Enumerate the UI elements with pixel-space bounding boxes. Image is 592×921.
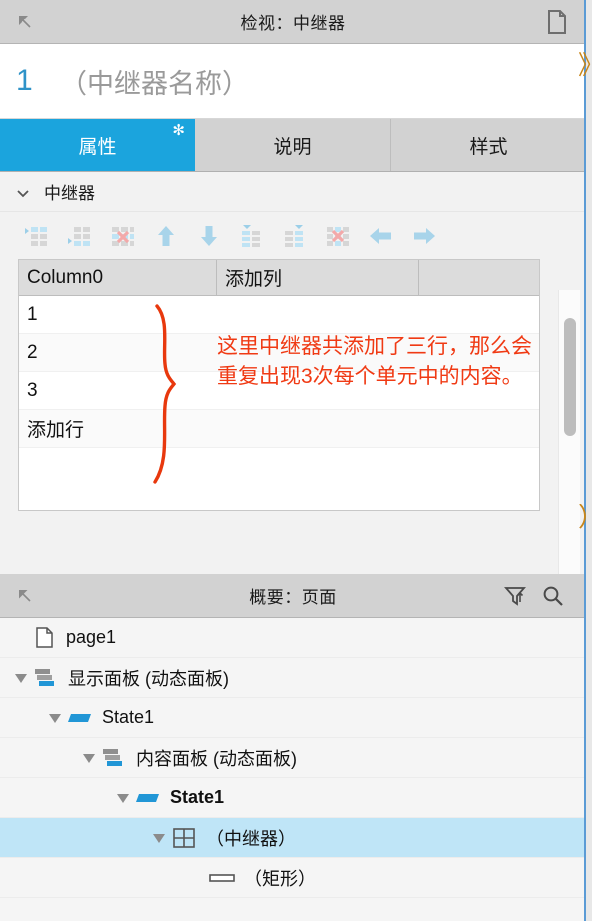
- tab-properties[interactable]: 属性 ✻: [0, 119, 195, 171]
- tree-item-state1-outer[interactable]: State1: [0, 698, 586, 738]
- tree-item-display-panel[interactable]: 显示面板 (动态面板): [0, 658, 586, 698]
- tab-properties-label: 属性: [78, 136, 117, 158]
- repeater-section-header[interactable]: 中继器: [0, 172, 586, 212]
- object-index: 1: [16, 64, 33, 97]
- tree-arrow-placeholder: [186, 867, 208, 889]
- tree-item-label: page1: [66, 627, 117, 647]
- arrow-northwest-icon[interactable]: [10, 7, 40, 37]
- tree-item-label: State1: [102, 707, 155, 727]
- cell-value: 添加行: [27, 420, 85, 441]
- rectangle-icon: [208, 866, 236, 890]
- page-document-icon[interactable]: [542, 7, 572, 37]
- insert-column-left-icon[interactable]: [237, 221, 267, 251]
- arrow-northwest-icon[interactable]: [10, 581, 40, 611]
- triangle-down-icon[interactable]: [112, 787, 134, 809]
- tree-item-repeater[interactable]: （中继器）: [0, 818, 586, 858]
- dynamic-panel-icon: [100, 746, 128, 770]
- insert-row-below-icon[interactable]: [65, 221, 95, 251]
- triangle-down-icon[interactable]: [78, 747, 100, 769]
- table-row[interactable]: 1: [19, 296, 539, 334]
- tab-style-label: 样式: [469, 136, 508, 158]
- insert-row-above-icon[interactable]: [22, 221, 52, 251]
- delete-row-icon[interactable]: [108, 221, 138, 251]
- tree-item-label: 显示面板 (动态面板): [68, 668, 229, 689]
- tree-item-label: （中继器）: [206, 828, 296, 849]
- panel-state-icon: [134, 786, 162, 810]
- triangle-down-icon[interactable]: [148, 827, 170, 849]
- column-header-empty[interactable]: [419, 260, 539, 295]
- inspector-panel: 检视：中继器 1 （中继器名称） 属性 ✻ 说明 样式 中继器 Column0 …: [0, 0, 586, 574]
- column-header-add[interactable]: 添加列: [217, 260, 419, 295]
- inspector-title: 检视：中继器: [240, 14, 346, 33]
- tree-item-label: State1: [170, 787, 225, 807]
- outline-header: 概要：页面: [0, 574, 586, 618]
- chevron-down-icon: [16, 185, 30, 199]
- page-document-icon: [30, 626, 58, 650]
- tree-arrow-placeholder: [8, 627, 30, 649]
- tree-item-page1[interactable]: page1: [0, 618, 586, 658]
- dynamic-panel-icon: [32, 666, 60, 690]
- tab-style[interactable]: 样式: [391, 119, 586, 171]
- panel-state-icon: [66, 706, 94, 730]
- triangle-down-icon[interactable]: [10, 667, 32, 689]
- annotation-text: 这里中继器共添加了三行，那么会重复出现3次每个单元中的内容。: [217, 335, 532, 388]
- tree-item-label: （矩形）: [244, 868, 316, 889]
- move-column-left-icon[interactable]: [366, 221, 396, 251]
- table-row-add[interactable]: 添加行: [19, 410, 539, 448]
- properties-scrollbar-thumb[interactable]: [564, 318, 576, 436]
- delete-column-icon[interactable]: [323, 221, 353, 251]
- properties-scrollbar-track[interactable]: [558, 290, 580, 574]
- panel-divider-line: [584, 0, 586, 921]
- repeater-section-label: 中继器: [44, 184, 95, 203]
- move-column-right-icon[interactable]: [409, 221, 439, 251]
- inspector-object-row: 1 （中继器名称）: [0, 44, 586, 119]
- column-header-0[interactable]: Column0: [19, 260, 217, 295]
- cell-value: 1: [27, 303, 38, 325]
- table-header-row: Column0 添加列: [19, 260, 539, 296]
- adjacent-panel-glyph-top: 》: [578, 52, 592, 78]
- cell-value: 2: [27, 341, 38, 363]
- move-row-down-icon[interactable]: [194, 221, 224, 251]
- outline-tree: page1 显示面板 (动态面板) State1 内容面板 (动态面板) Sta…: [0, 618, 586, 898]
- triangle-down-icon[interactable]: [44, 707, 66, 729]
- tab-notes-label: 说明: [273, 136, 312, 158]
- outline-panel: 概要：页面 page1 显示面板 (动态面板) State1 内容面板 (动态面…: [0, 574, 586, 921]
- tree-item-rectangle[interactable]: （矩形）: [0, 858, 586, 898]
- repeater-toolbar: [0, 212, 586, 259]
- outline-title: 概要：页面: [249, 588, 337, 607]
- move-row-up-icon[interactable]: [151, 221, 181, 251]
- tree-item-state1-inner[interactable]: State1: [0, 778, 586, 818]
- inspector-tabs: 属性 ✻ 说明 样式: [0, 119, 586, 172]
- repeater-grid-icon: [170, 826, 198, 850]
- tab-notes[interactable]: 说明: [195, 119, 391, 171]
- insert-column-right-icon[interactable]: [280, 221, 310, 251]
- filter-icon[interactable]: [500, 581, 530, 611]
- adjacent-panel-glyph-bottom: ）: [578, 504, 592, 530]
- tab-modified-marker: ✻: [172, 122, 185, 139]
- app-window: 检视：中继器 1 （中继器名称） 属性 ✻ 说明 样式 中继器 Column0 …: [0, 0, 592, 921]
- cell-value: 3: [27, 379, 38, 401]
- repeater-data-table[interactable]: Column0 添加列 1 2 3 添加行 这里中继器共添加了三行，那么会重复出…: [18, 259, 540, 511]
- inspector-header: 检视：中继器: [0, 0, 586, 44]
- tree-item-label: 内容面板 (动态面板): [136, 748, 297, 769]
- search-icon[interactable]: [538, 581, 568, 611]
- adjacent-panel-strip: [586, 0, 592, 921]
- object-name-field[interactable]: （中继器名称）: [60, 62, 249, 101]
- tree-item-content-panel[interactable]: 内容面板 (动态面板): [0, 738, 586, 778]
